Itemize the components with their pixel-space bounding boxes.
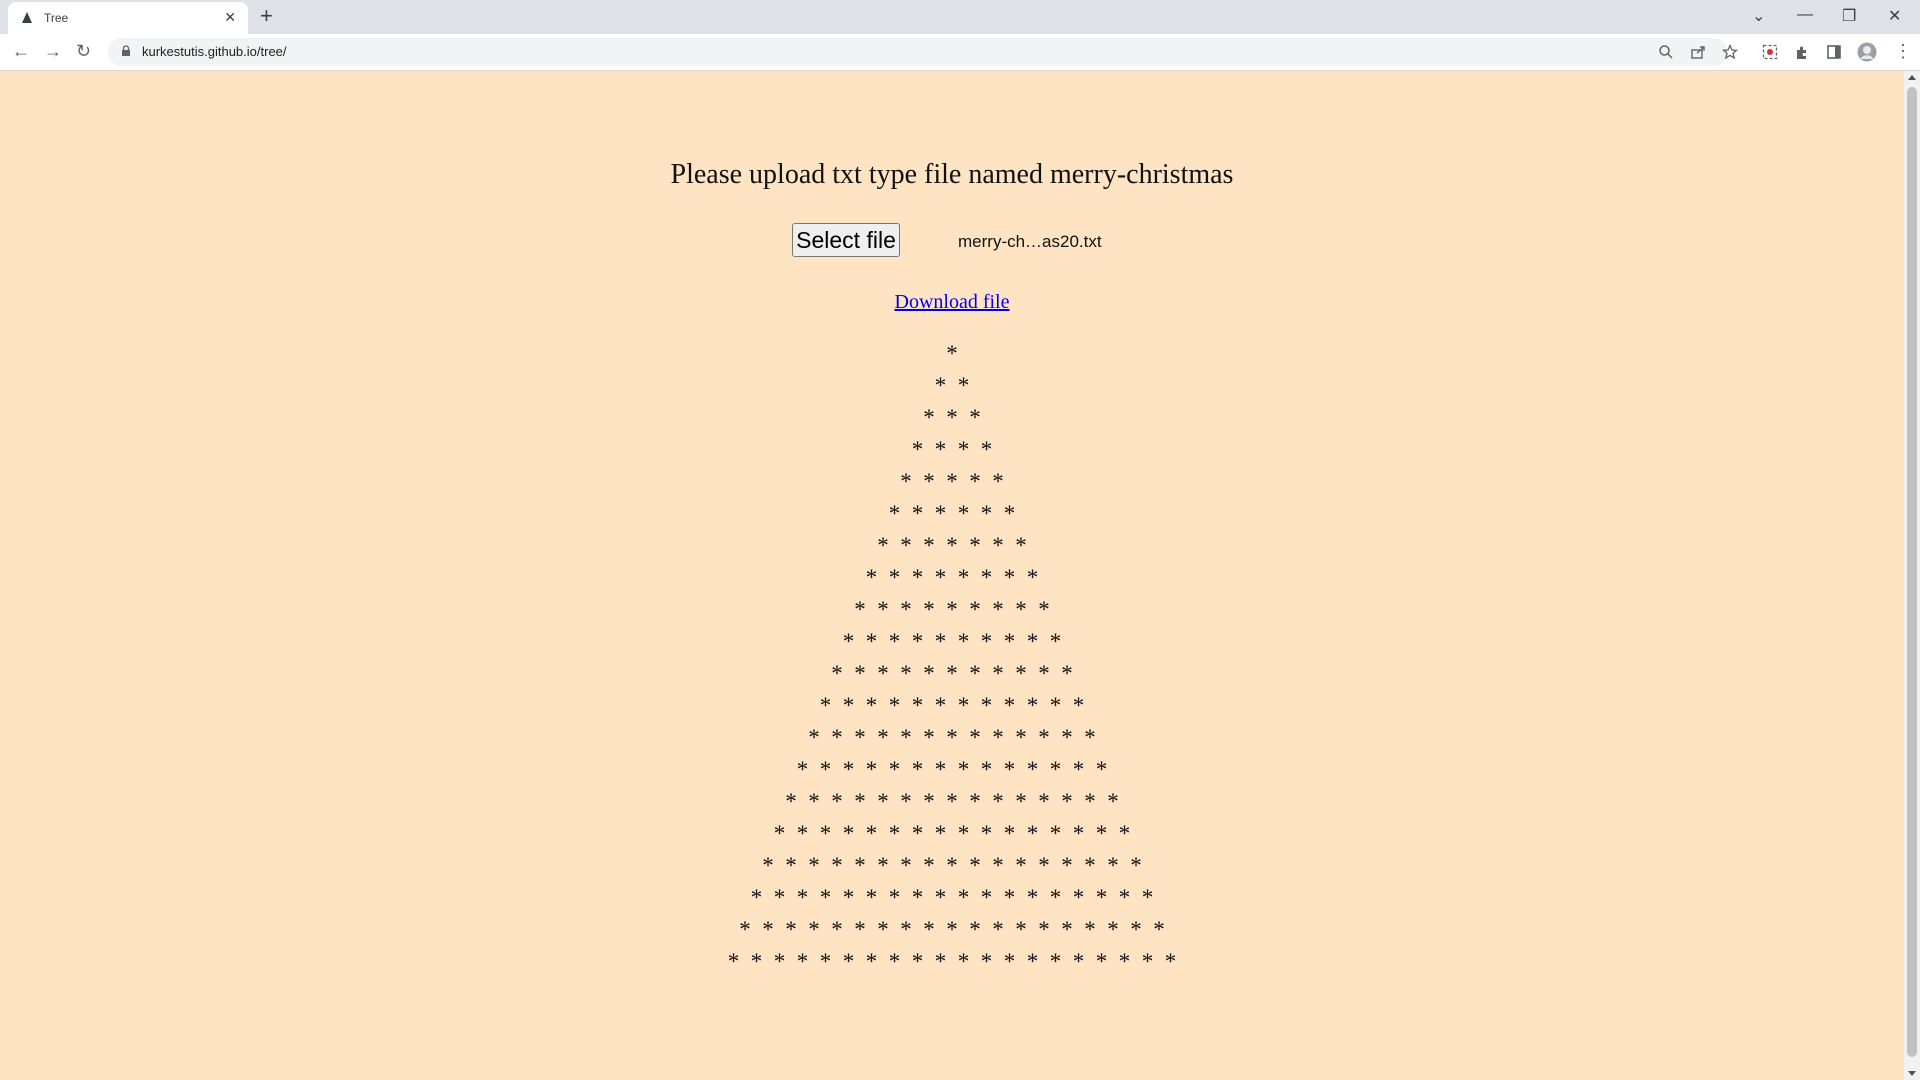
sidepanel-icon[interactable] [1826,44,1842,60]
tree-row: * * * * * * * * * * * * * * [796,757,1108,782]
back-icon[interactable]: ← [12,41,30,61]
page-content: Please upload txt type file named merry-… [0,71,1904,1080]
forward-icon[interactable]: → [44,41,62,61]
scroll-thumb[interactable] [1907,87,1917,1057]
tree-row: * * * * * * * * * * * * * * * * * * * [739,917,1165,942]
new-tab-icon[interactable]: + [260,5,273,27]
download-file-link[interactable]: Download file [0,291,1904,314]
tab-strip: Tree ✕ + ⌄ — ❐ ✕ [0,0,1920,34]
selected-file-name: merry-ch…as20.txt [958,232,1102,251]
tree-row: * * * * * [900,469,1004,494]
tree-row: * * * * [911,437,993,462]
lock-icon [122,45,130,56]
tree-row: * * * * * * * * * * * * * * * * * * * * [727,949,1177,974]
minimize-icon[interactable]: — [1797,6,1813,24]
tree-row: * * [934,373,970,398]
vertical-scrollbar[interactable] [1904,71,1920,1080]
screenshot-icon[interactable] [1762,44,1778,60]
extensions-icon[interactable] [1794,44,1810,60]
scroll-up-arrow-icon[interactable] [1908,75,1916,80]
select-file-button[interactable]: Select file [792,223,900,257]
menu-icon[interactable]: ⋮ [1894,41,1912,61]
tree-row: * * * * * * * * [865,565,1039,590]
tab-search-icon[interactable]: ⌄ [1752,6,1765,26]
profile-avatar-icon[interactable] [1857,42,1877,62]
tree-row: * * * * * * * * * * * * * * * * * [762,853,1142,878]
tree-row: * * * * * * * [877,533,1027,558]
restore-icon[interactable]: ❐ [1842,6,1856,26]
tree-row: * * * * * * * * * * [842,629,1062,654]
page-heading: Please upload txt type file named merry-… [670,159,1234,190]
browser-chrome: Tree ✕ + ⌄ — ❐ ✕ ← → ↻ kurkestutis.githu… [0,0,1920,71]
address-bar[interactable]: kurkestutis.github.io/tree/ [108,38,1728,66]
browser-toolbar: ← → ↻ kurkestutis.github.io/tree/ ⋮ [0,34,1920,71]
tree-row: * * * * * * * * * * * * * [808,725,1096,750]
tree-row: * * * * * * * * * * * [831,661,1073,686]
tree-row: * * * * * * * * * [854,597,1050,622]
tree-row: * * * * * * * * * * * * [819,693,1085,718]
close-icon[interactable]: ✕ [224,10,236,24]
window-close-icon[interactable]: ✕ [1888,6,1901,26]
tree-row: * * * [923,405,981,430]
tree-row: * * * * * * * * * * * * * * * * * * [750,885,1154,910]
tree-row: * [946,341,958,366]
scroll-down-arrow-icon[interactable] [1908,1071,1916,1076]
tree-favicon-icon [22,12,32,23]
tree-row: * * * * * * [888,501,1016,526]
tree-row: * * * * * * * * * * * * * * * [785,789,1119,814]
url-text: kurkestutis.github.io/tree/ [142,44,287,59]
share-icon[interactable] [1690,44,1706,60]
reload-icon[interactable]: ↻ [76,41,91,61]
tree-row: * * * * * * * * * * * * * * * * [773,821,1131,846]
tab-title: Tree [44,11,69,25]
star-icon[interactable] [1722,44,1738,60]
browser-tab[interactable]: Tree ✕ [8,2,248,34]
zoom-icon[interactable] [1658,44,1674,60]
